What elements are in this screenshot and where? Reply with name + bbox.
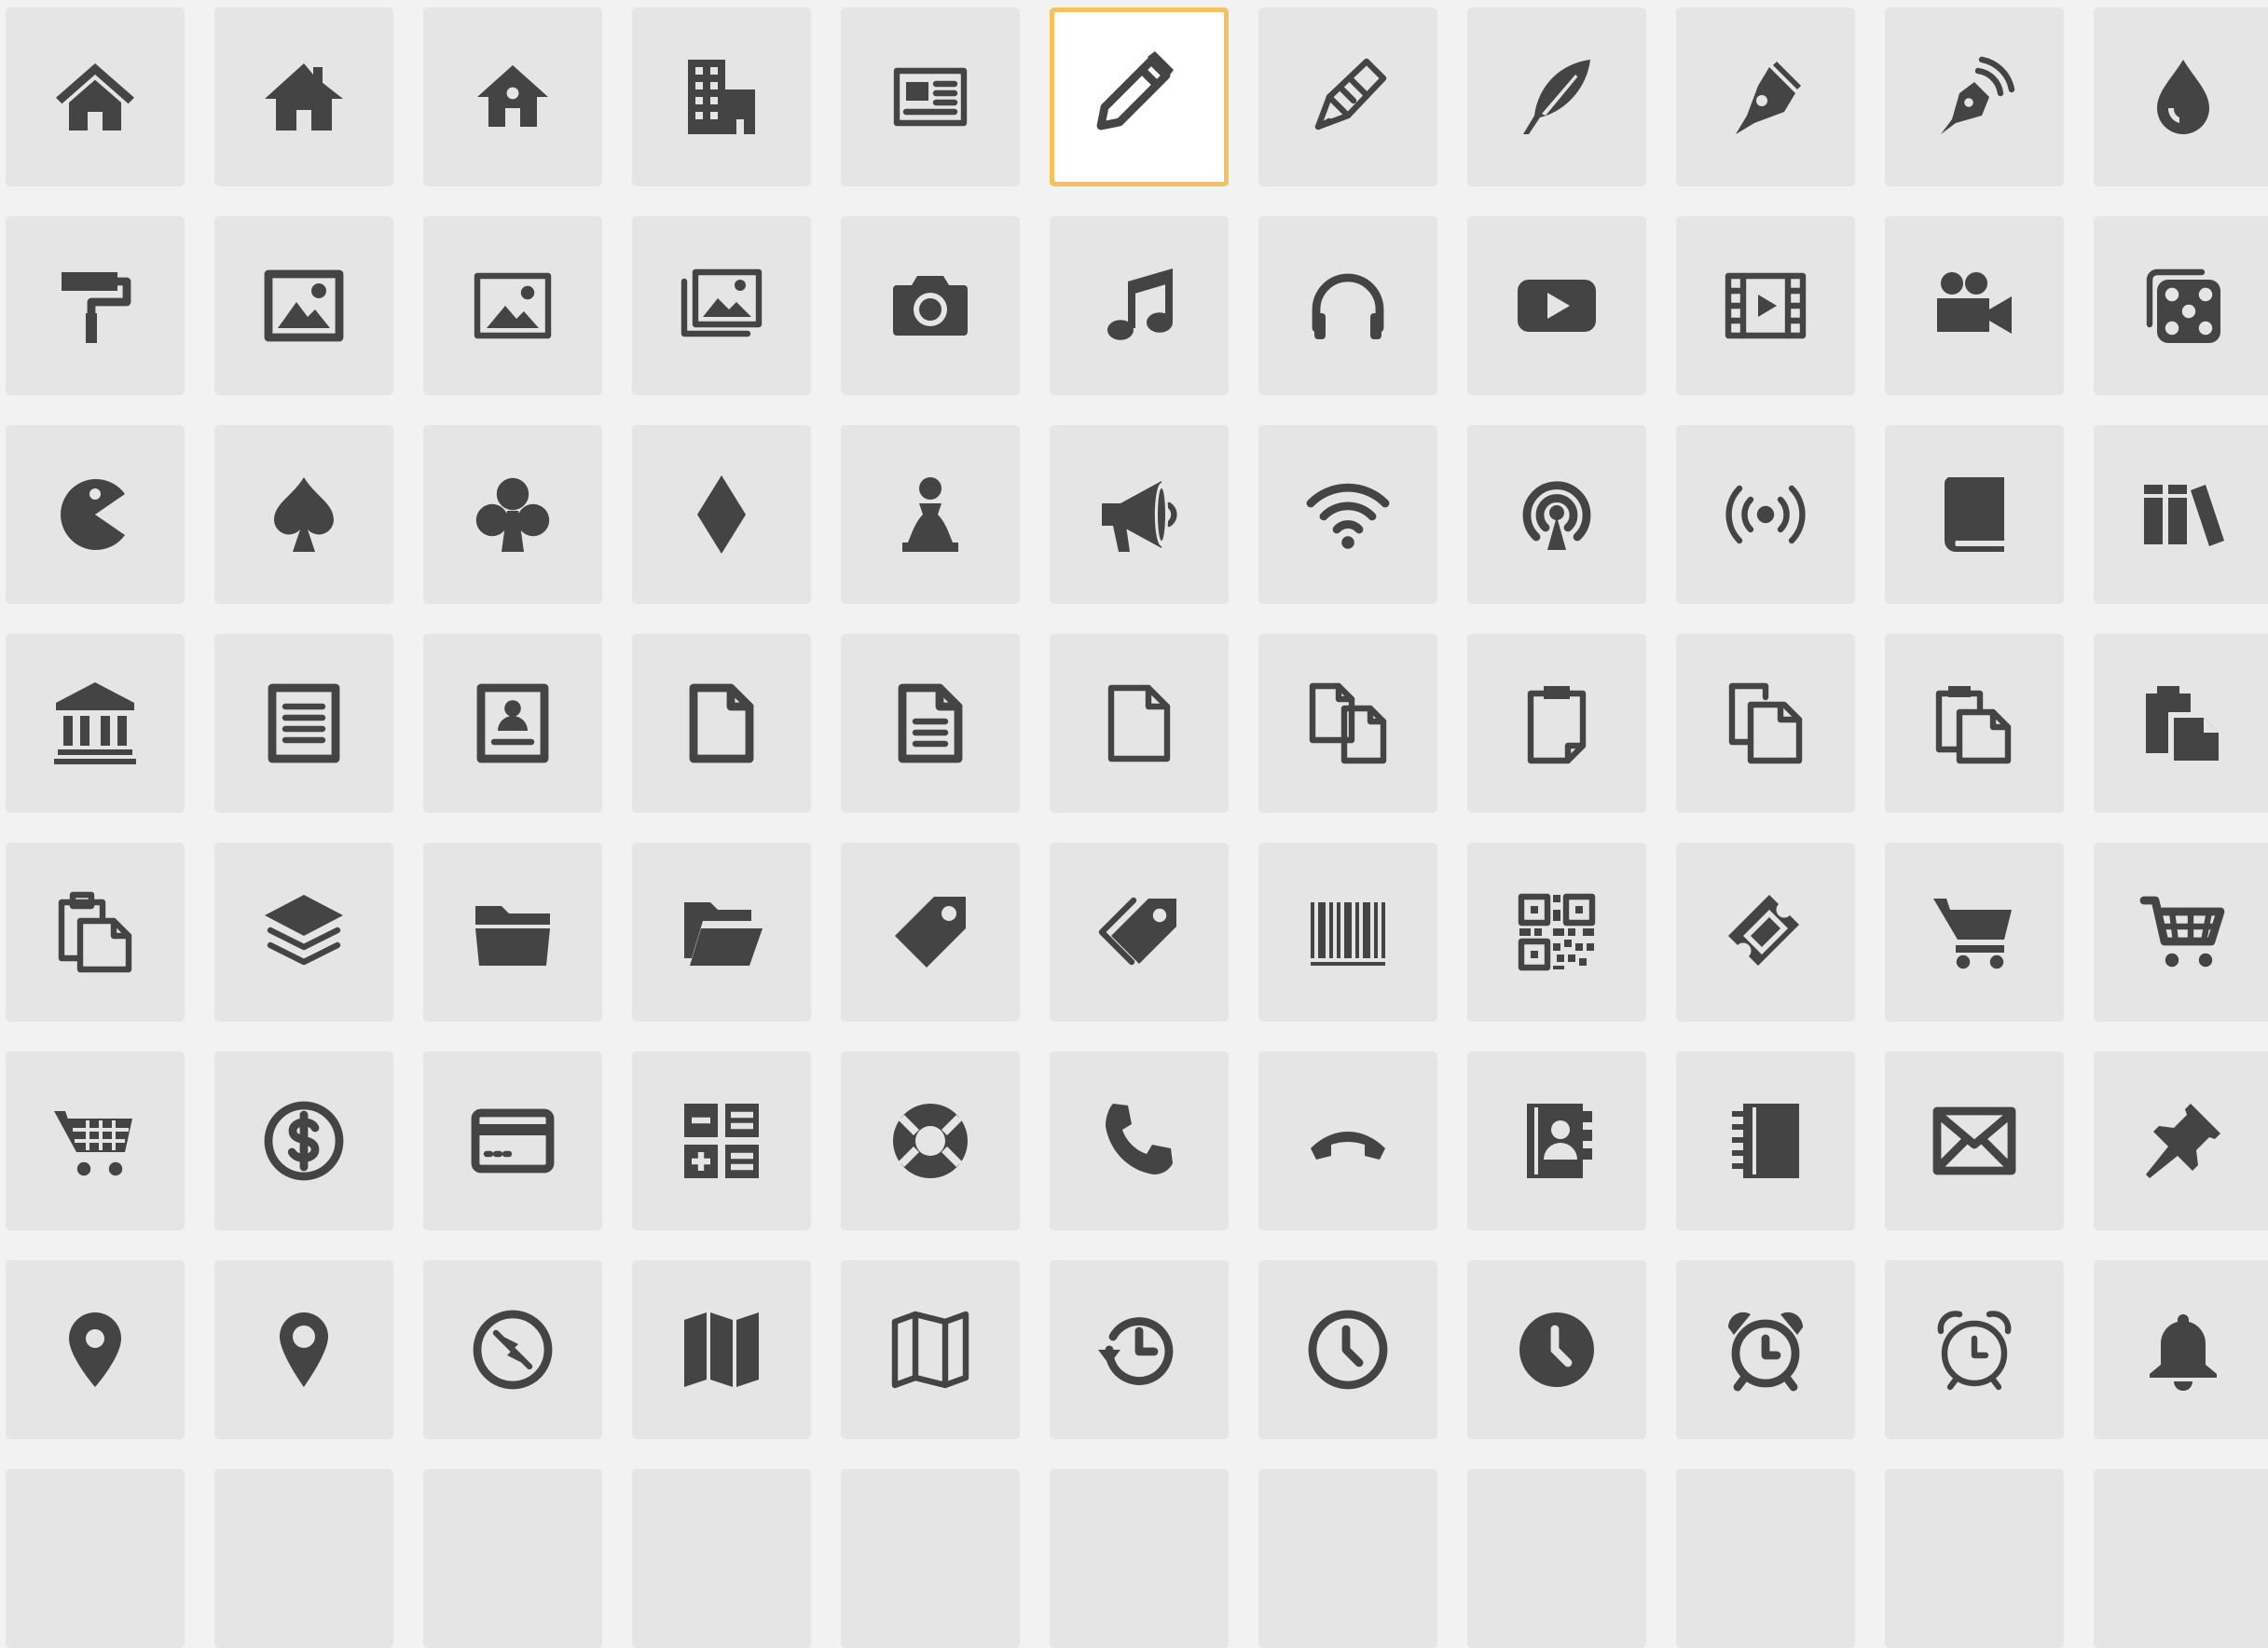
home-small-tile[interactable] (423, 7, 602, 186)
file-text2-tile[interactable] (841, 634, 1020, 813)
paint-roller-tile[interactable] (6, 216, 185, 395)
headphones-tile[interactable] (1258, 216, 1437, 395)
icon-tile[interactable] (1258, 1469, 1437, 1648)
phone-tile[interactable] (1050, 1051, 1229, 1230)
file-text-tile[interactable] (214, 634, 393, 813)
stack-tile[interactable] (214, 843, 393, 1022)
pushpin-tile[interactable] (2094, 1051, 2268, 1230)
diamonds-tile[interactable] (632, 425, 811, 604)
bell-tile[interactable] (2094, 1260, 2268, 1439)
icon-tile[interactable] (1885, 1469, 2064, 1648)
phone-hang-up-tile[interactable] (1258, 1051, 1437, 1230)
copy-tile[interactable] (1676, 634, 1855, 813)
office-tile[interactable] (632, 7, 811, 186)
coin-dollar-tile[interactable] (214, 1051, 393, 1230)
feather-tile[interactable] (1467, 7, 1646, 186)
images-tile[interactable] (632, 216, 811, 395)
history-tile[interactable] (1050, 1260, 1229, 1439)
icon-tile[interactable] (841, 1469, 1020, 1648)
quill-pencil-tile[interactable] (1258, 7, 1437, 186)
pen-tile[interactable] (1676, 7, 1855, 186)
alarm-outline-tile[interactable] (1885, 1260, 2064, 1439)
pawn-tile[interactable] (841, 425, 1020, 604)
alarm-tile[interactable] (1676, 1260, 1855, 1439)
files-empty-tile[interactable] (1258, 634, 1437, 813)
pencil-tile[interactable] (1050, 7, 1229, 186)
icon-tile[interactable] (1467, 1469, 1646, 1648)
book-tile[interactable] (1885, 425, 2064, 604)
qrcode-tile[interactable] (1467, 843, 1646, 1022)
icon-tile[interactable] (1676, 1469, 1855, 1648)
paste-solid-tile[interactable] (2094, 634, 2268, 813)
icon-tile[interactable] (6, 1469, 185, 1648)
icon-tile[interactable] (423, 1469, 602, 1648)
droplet-tile[interactable] (2094, 7, 2268, 186)
spades-tile[interactable] (214, 425, 393, 604)
profile-tile[interactable] (423, 634, 602, 813)
feed-tile[interactable] (1676, 425, 1855, 604)
dice-tile[interactable] (2094, 216, 2268, 395)
clock-tile[interactable] (1258, 1260, 1437, 1439)
wifi-tile[interactable] (1258, 425, 1437, 604)
bullhorn-tile[interactable] (1050, 425, 1229, 604)
icon-tile[interactable] (2094, 1469, 2268, 1648)
calculator-tile[interactable] (632, 1051, 811, 1230)
paste-tile[interactable] (1885, 634, 2064, 813)
clock-solid-tile[interactable] (1467, 1260, 1646, 1439)
paste-outline-tile[interactable] (6, 843, 185, 1022)
clipboard-file-tile[interactable] (1467, 634, 1646, 813)
location-tile[interactable] (6, 1260, 185, 1439)
books-tile[interactable] (2094, 425, 2268, 604)
compass-tile[interactable] (423, 1260, 602, 1439)
map-outline-tile[interactable] (841, 1260, 1020, 1439)
location2-tile[interactable] (214, 1260, 393, 1439)
blog-tile[interactable] (1885, 7, 2064, 186)
home-solid-tile[interactable] (214, 7, 393, 186)
credit-card-tile[interactable] (423, 1051, 602, 1230)
icon-tile[interactable] (632, 1469, 811, 1648)
lifebuoy-tile[interactable] (841, 1051, 1020, 1230)
file-outline-tile[interactable] (1050, 634, 1229, 813)
home-tile[interactable] (6, 7, 185, 186)
folder-tile[interactable] (423, 843, 602, 1022)
envelop-tile[interactable] (1885, 1051, 2064, 1230)
cart-tile[interactable] (1885, 843, 2064, 1022)
price-tag-tile[interactable] (841, 843, 1020, 1022)
price-tags-tile[interactable] (1050, 843, 1229, 1022)
shopping-basket-tile[interactable] (6, 1051, 185, 1230)
video-camera-tile[interactable] (1885, 216, 2064, 395)
notebook-tile[interactable] (1676, 1051, 1855, 1230)
image-tile[interactable] (214, 216, 393, 395)
library-tile[interactable] (6, 634, 185, 813)
ticket-tile[interactable] (1676, 843, 1855, 1022)
play-tile[interactable] (1467, 216, 1646, 395)
icon-tile[interactable] (214, 1469, 393, 1648)
image-outline-tile[interactable] (423, 216, 602, 395)
podcast-tile[interactable] (1467, 425, 1646, 604)
map-tile[interactable] (632, 1260, 811, 1439)
newspaper-tile[interactable] (841, 7, 1020, 186)
icon-tile[interactable] (1050, 1469, 1229, 1648)
film-tile[interactable] (1676, 216, 1855, 395)
cart-outline-tile[interactable] (2094, 843, 2268, 1022)
folder-open-tile[interactable] (632, 843, 811, 1022)
file-empty-tile[interactable] (632, 634, 811, 813)
barcode-tile[interactable] (1258, 843, 1437, 1022)
camera-tile[interactable] (841, 216, 1020, 395)
pacman-tile[interactable] (6, 425, 185, 604)
address-book-tile[interactable] (1467, 1051, 1646, 1230)
music-tile[interactable] (1050, 216, 1229, 395)
icon-grid (0, 0, 2268, 1648)
clubs-tile[interactable] (423, 425, 602, 604)
